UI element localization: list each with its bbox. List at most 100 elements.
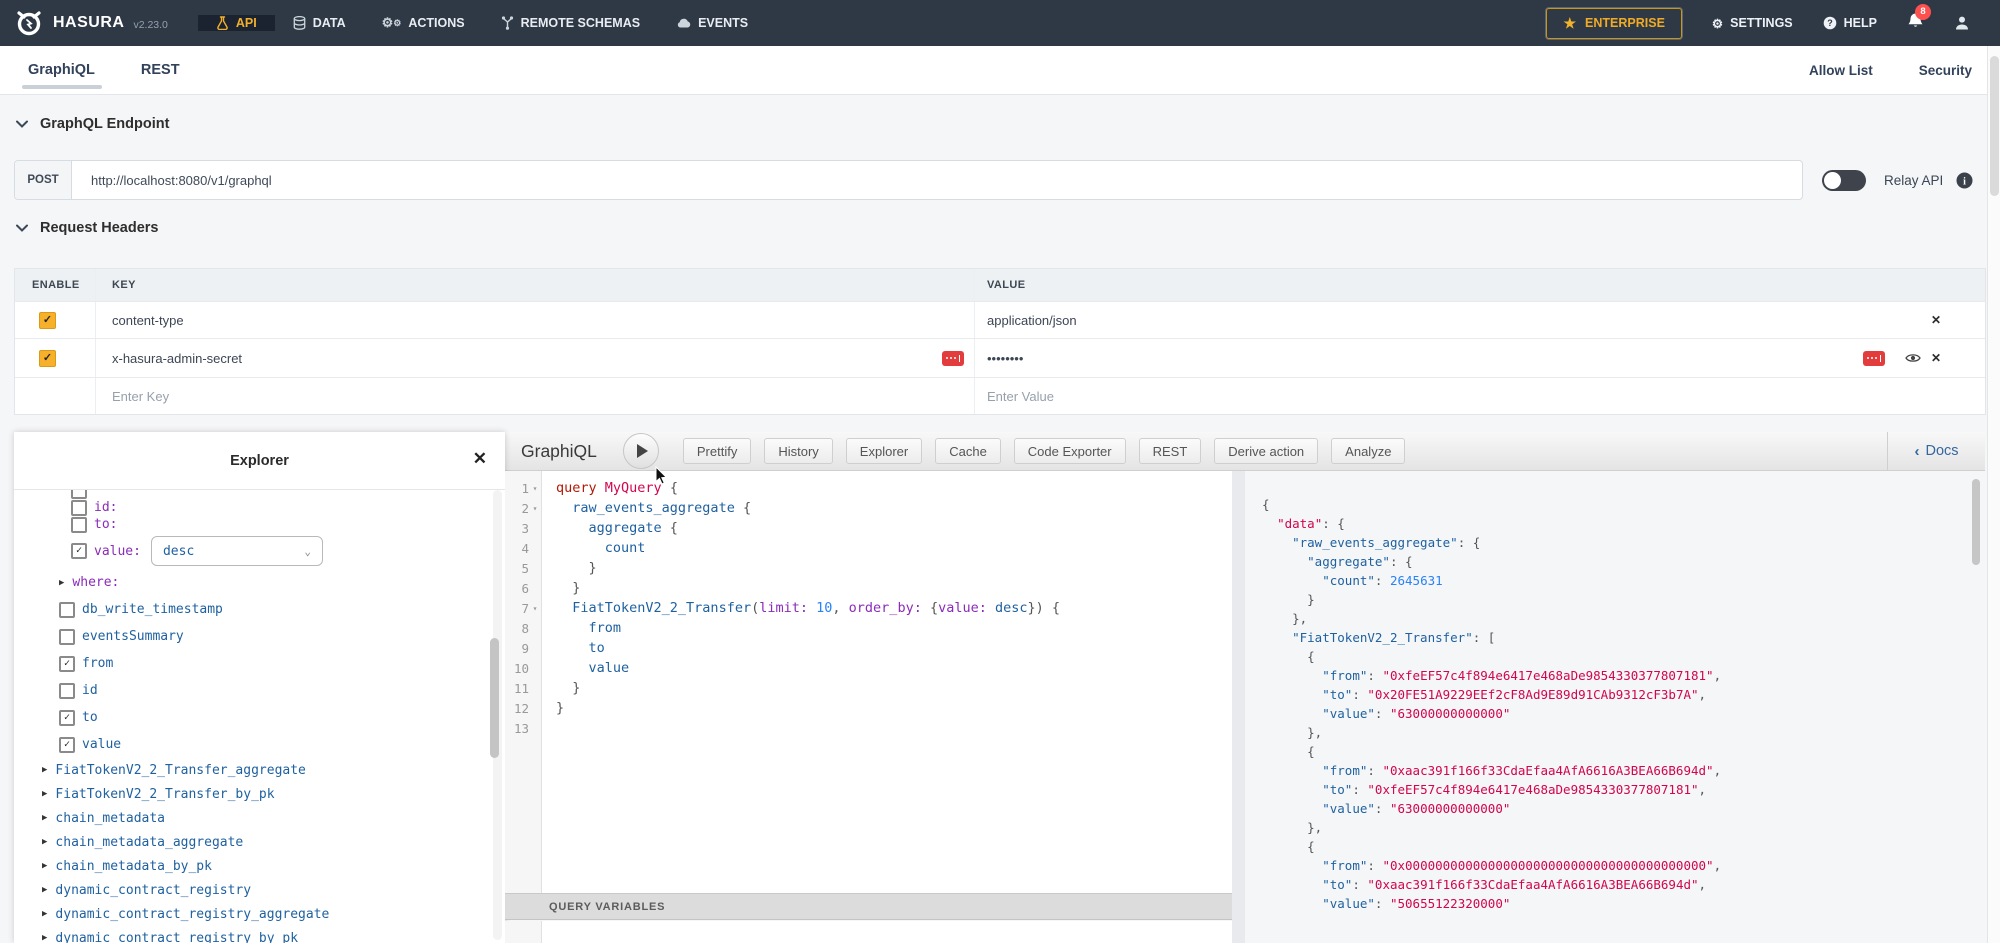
explorer-item-where-[interactable]: ▶where: [14, 569, 491, 596]
remove-header-icon[interactable]: ✕ [1931, 351, 1941, 365]
pane-divider[interactable] [1232, 471, 1245, 943]
explorer-item-value[interactable]: value [14, 731, 491, 758]
explorer-scrollbar[interactable] [493, 490, 502, 940]
field-checkbox[interactable] [59, 710, 75, 726]
endpoint-url-input[interactable]: http://localhost:8080/v1/graphql [91, 173, 272, 188]
toolbar-button-history[interactable]: History [764, 438, 832, 464]
field-checkbox[interactable] [71, 490, 87, 499]
request-headers-section-toggle[interactable]: Request Headers [16, 220, 158, 236]
graphql-endpoint-section-toggle[interactable]: GraphQL Endpoint [16, 116, 169, 132]
explorer-item-partial[interactable] [14, 490, 491, 499]
new-header-value-input[interactable]: Enter Value [974, 378, 1985, 414]
explorer-item-chain-metadata-by-pk[interactable]: ▶chain_metadata_by_pk [14, 854, 491, 878]
explorer-item-chain-metadata[interactable]: ▶chain_metadata [14, 806, 491, 830]
toolbar-button-prettify[interactable]: Prettify [683, 438, 751, 464]
remove-header-icon[interactable]: ✕ [1931, 313, 1941, 327]
security-link[interactable]: Security [1919, 63, 1972, 78]
help-button[interactable]: ? HELP [1823, 16, 1877, 30]
fold-arrow-icon[interactable]: ▾ [529, 484, 541, 493]
reveal-eye-icon[interactable] [1905, 352, 1921, 364]
explorer-item-to[interactable]: to [14, 704, 491, 731]
scrollbar-thumb[interactable] [490, 638, 499, 758]
field-checkbox[interactable] [59, 629, 75, 645]
enable-checkbox[interactable] [39, 350, 56, 367]
relay-api-toggle[interactable] [1822, 170, 1866, 191]
explorer-item-id[interactable]: id [14, 677, 491, 704]
field-checkbox[interactable] [71, 543, 87, 559]
expand-arrow-icon[interactable]: ▶ [59, 578, 64, 588]
brand-name[interactable]: HASURA [53, 14, 124, 32]
fold-arrow-icon[interactable]: ▾ [529, 604, 541, 613]
enable-checkbox[interactable] [39, 312, 56, 329]
execute-query-button[interactable] [623, 433, 659, 469]
query-editor[interactable]: 1▾2▾34567▾8910111213 query MyQuery { raw… [505, 471, 1232, 893]
fold-arrow-icon[interactable]: ▾ [529, 504, 541, 513]
expand-arrow-icon[interactable]: ▶ [42, 933, 47, 943]
field-checkbox[interactable] [59, 602, 75, 618]
user-menu-button[interactable] [1954, 15, 1970, 31]
query-variables-bar[interactable]: QUERY VARIABLES [505, 893, 1232, 920]
query-variables-editor[interactable] [505, 921, 1232, 943]
nav-item-actions[interactable]: ⚙⚙ ACTIONS [364, 15, 483, 31]
sort-direction-select[interactable]: desc⌄ [151, 536, 323, 566]
explorer-item-db-write-timestamp[interactable]: db_write_timestamp [14, 596, 491, 623]
scrollbar-thumb[interactable] [1990, 56, 1999, 196]
code-line: value [556, 658, 1232, 678]
response-scrollbar-thumb[interactable] [1972, 479, 1980, 565]
expand-arrow-icon[interactable]: ▶ [42, 837, 47, 847]
header-value-input[interactable]: application/json ✕ [974, 302, 1985, 338]
nav-item-events[interactable]: EVENTS [658, 15, 766, 31]
explorer-item-chain-metadata-aggregate[interactable]: ▶chain_metadata_aggregate [14, 830, 491, 854]
header-key-input[interactable]: content-type [95, 302, 974, 338]
field-checkbox[interactable] [59, 737, 75, 753]
version-label: v2.23.0 [133, 19, 167, 31]
expand-arrow-icon[interactable]: ▶ [42, 909, 47, 919]
toolbar-button-cache[interactable]: Cache [935, 438, 1001, 464]
nav-item-remote-schemas[interactable]: REMOTE SCHEMAS [483, 15, 658, 31]
page-scrollbar[interactable] [1987, 46, 2000, 943]
tab-rest[interactable]: REST [141, 46, 180, 94]
explorer-item-value-[interactable]: value:desc⌄ [14, 533, 491, 569]
header-key-input[interactable]: x-hasura-admin-secret [95, 339, 974, 377]
explorer-item-eventssummary[interactable]: eventsSummary [14, 623, 491, 650]
settings-button[interactable]: ⚙ SETTINGS [1712, 16, 1793, 31]
explorer-item-dynamic-contract-registry-aggregate[interactable]: ▶dynamic_contract_registry_aggregate [14, 902, 491, 926]
toolbar-button-explorer[interactable]: Explorer [846, 438, 922, 464]
field-checkbox[interactable] [71, 500, 87, 516]
explorer-item-fiattokenv2-2-transfer-by-pk[interactable]: ▶FiatTokenV2_2_Transfer_by_pk [14, 782, 491, 806]
expand-arrow-icon[interactable]: ▶ [42, 765, 47, 775]
new-header-key-input[interactable]: Enter Key [95, 378, 974, 414]
editor-gutter: 1▾2▾34567▾8910111213 [505, 471, 542, 893]
expand-arrow-icon[interactable]: ▶ [42, 789, 47, 799]
enterprise-button[interactable]: ★ ENTERPRISE [1546, 8, 1681, 39]
nav-item-data[interactable]: DATA [275, 15, 364, 31]
header-value-input[interactable]: •••••••• ✕ [974, 339, 1985, 377]
field-checkbox[interactable] [71, 517, 87, 533]
explorer-item-fiattokenv2-2-transfer-aggregate[interactable]: ▶FiatTokenV2_2_Transfer_aggregate [14, 758, 491, 782]
field-checkbox[interactable] [59, 656, 75, 672]
tab-graphiql[interactable]: GraphiQL [28, 46, 95, 94]
expand-arrow-icon[interactable]: ▶ [42, 813, 47, 823]
http-method-badge: POST [15, 161, 72, 199]
explorer-item-dynamic-contract-registry-by-pk[interactable]: ▶dynamic_contract_registry_by_pk [14, 926, 491, 943]
field-checkbox[interactable] [59, 683, 75, 699]
info-icon[interactable]: i [1956, 172, 1973, 194]
allow-list-link[interactable]: Allow List [1809, 63, 1873, 78]
close-icon[interactable]: ✕ [473, 449, 487, 469]
hasura-console-page: HASURA v2.23.0 API DATA ⚙⚙ ACTIO [0, 0, 2000, 943]
expand-arrow-icon[interactable]: ▶ [42, 885, 47, 895]
explorer-item-from[interactable]: from [14, 650, 491, 677]
toolbar-button-code-exporter[interactable]: Code Exporter [1014, 438, 1126, 464]
expand-arrow-icon[interactable]: ▶ [42, 861, 47, 871]
explorer-item-to-[interactable]: to: [14, 516, 491, 533]
explorer-item-id-[interactable]: id: [14, 499, 491, 516]
hasura-logo-icon[interactable] [14, 8, 44, 38]
docs-toggle-button[interactable]: ‹ Docs [1887, 432, 1985, 470]
explorer-item-dynamic-contract-registry[interactable]: ▶dynamic_contract_registry [14, 878, 491, 902]
toolbar-button-rest[interactable]: REST [1139, 438, 1202, 464]
admin-secret-icon [1863, 351, 1885, 366]
toolbar-button-analyze[interactable]: Analyze [1331, 438, 1405, 464]
nav-item-api[interactable]: API [198, 15, 275, 31]
toolbar-button-derive-action[interactable]: Derive action [1214, 438, 1318, 464]
notifications-button[interactable]: 8 [1907, 12, 1924, 35]
